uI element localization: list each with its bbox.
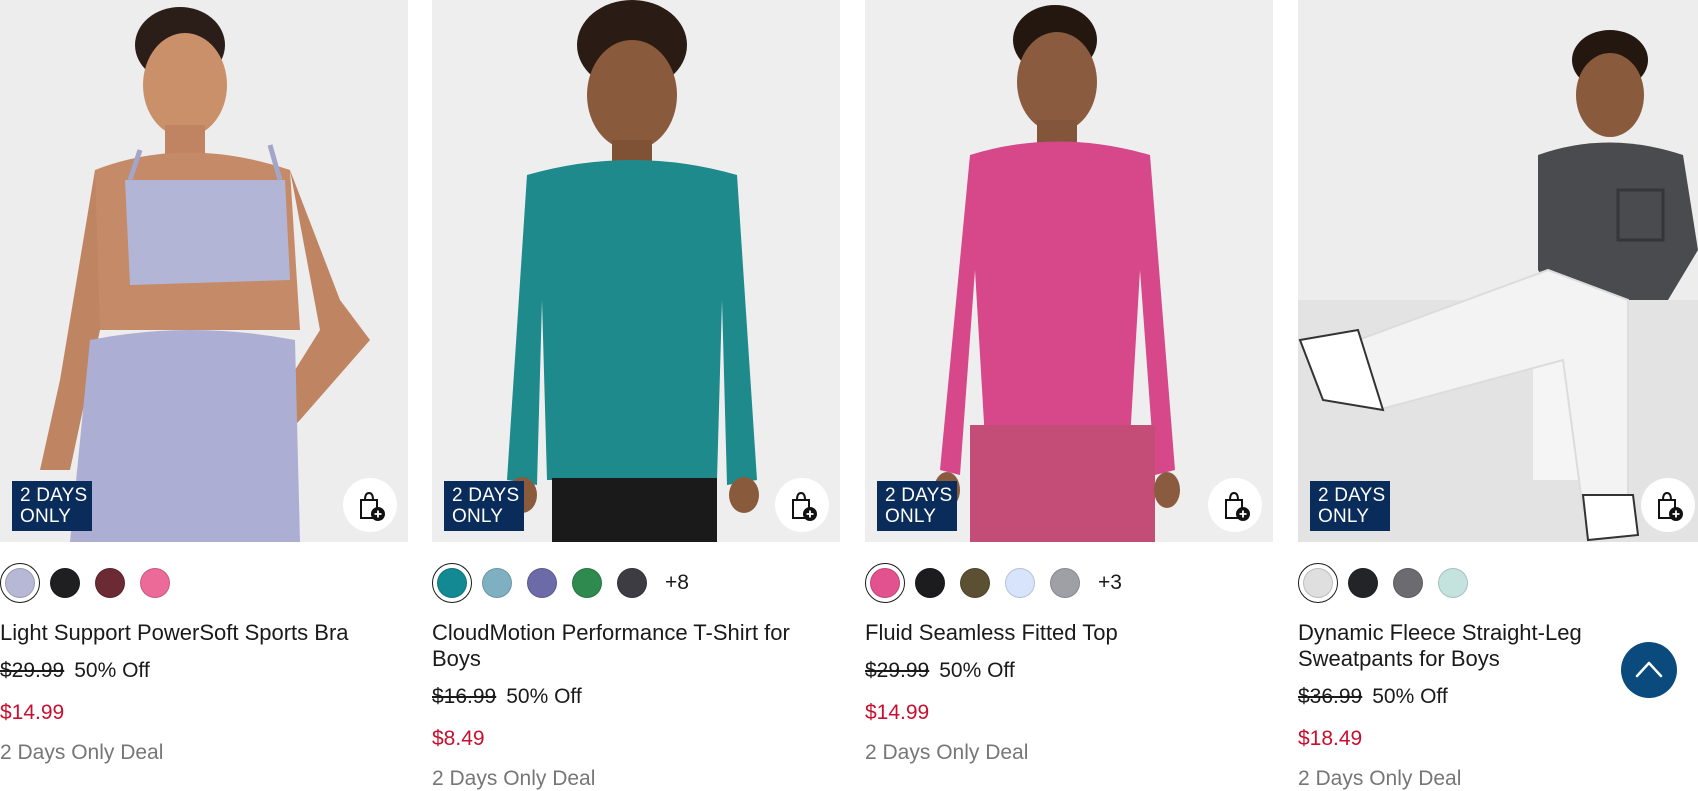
badge-line: ONLY — [20, 506, 72, 527]
sale-price: $14.99 — [865, 701, 930, 724]
swatch-color — [1393, 568, 1423, 598]
color-swatch[interactable] — [910, 563, 950, 603]
sale-price: $8.49 — [432, 727, 485, 750]
deal-text: 2 Days Only Deal — [432, 767, 596, 790]
color-swatch[interactable] — [0, 563, 40, 603]
two-days-only-badge: 2 DAYS ONLY — [877, 481, 957, 531]
two-days-only-badge: 2 DAYS ONLY — [12, 481, 92, 531]
chevron-up-icon — [1635, 661, 1663, 678]
swatch-color — [572, 568, 602, 598]
badge-line: 2 DAYS — [20, 485, 88, 506]
two-days-only-badge: 2 DAYS ONLY — [444, 481, 524, 531]
discount-label: 50% Off — [74, 659, 150, 682]
swatch-color — [1050, 568, 1080, 598]
color-swatch[interactable] — [865, 563, 905, 603]
swatch-color — [437, 568, 467, 598]
swatch-color — [140, 568, 170, 598]
discount-label: 50% Off — [939, 659, 1015, 682]
color-swatch[interactable] — [1388, 563, 1428, 603]
color-swatch[interactable] — [567, 563, 607, 603]
swatch-color — [527, 568, 557, 598]
badge-line: 2 DAYS — [1318, 485, 1386, 506]
two-days-only-badge: 2 DAYS ONLY — [1310, 481, 1390, 531]
swatch-color — [960, 568, 990, 598]
badge-line: ONLY — [885, 506, 937, 527]
swatch-color — [95, 568, 125, 598]
product-grid: 2 DAYS ONLY Light Support PowerSoft Spor… — [0, 0, 1698, 790]
product-image[interactable] — [865, 0, 1273, 542]
swatch-color — [1005, 568, 1035, 598]
color-swatch[interactable] — [135, 563, 175, 603]
color-swatch[interactable] — [45, 563, 85, 603]
color-swatch[interactable] — [1000, 563, 1040, 603]
add-to-bag-button[interactable] — [1641, 478, 1695, 532]
swatch-color — [1348, 568, 1378, 598]
product-title[interactable]: Light Support PowerSoft Sports Bra — [0, 620, 400, 646]
color-swatch[interactable] — [1298, 563, 1338, 603]
original-price: $29.99 — [865, 659, 930, 682]
color-swatches — [1298, 563, 1478, 603]
color-swatch[interactable] — [432, 563, 472, 603]
swatch-color — [482, 568, 512, 598]
color-swatches: +8 — [432, 563, 689, 603]
color-swatches: +3 — [865, 563, 1122, 603]
price-row: $16.99 50% Off — [432, 685, 832, 709]
badge-line: 2 DAYS — [452, 485, 520, 506]
original-price: $29.99 — [0, 659, 65, 682]
color-swatch[interactable] — [522, 563, 562, 603]
swatch-color — [5, 568, 35, 598]
badge-line: 2 DAYS — [885, 485, 953, 506]
sale-price: $18.49 — [1298, 727, 1363, 750]
product-title[interactable]: Fluid Seamless Fitted Top — [865, 620, 1265, 646]
back-to-top-button[interactable] — [1621, 642, 1677, 698]
deal-text: 2 Days Only Deal — [865, 741, 1029, 764]
color-swatch[interactable] — [1045, 563, 1085, 603]
original-price: $36.99 — [1298, 685, 1363, 708]
add-to-bag-button[interactable] — [1208, 478, 1262, 532]
discount-label: 50% Off — [1372, 685, 1448, 708]
deal-text: 2 Days Only Deal — [0, 741, 164, 764]
swatch-color — [617, 568, 647, 598]
color-swatch[interactable] — [477, 563, 517, 603]
color-swatch[interactable] — [1433, 563, 1473, 603]
deal-text: 2 Days Only Deal — [1298, 767, 1462, 790]
bag-plus-icon — [1225, 491, 1250, 521]
swatch-color — [50, 568, 80, 598]
more-colors-count[interactable]: +8 — [665, 571, 689, 595]
original-price: $16.99 — [432, 685, 497, 708]
add-to-bag-button[interactable] — [343, 478, 397, 532]
product-image[interactable] — [432, 0, 840, 542]
product-card: 2 DAYS ONLY Light Support PowerSoft Spor… — [0, 0, 408, 784]
color-swatch[interactable] — [612, 563, 652, 603]
product-card: 2 DAYS ONLY +3 Fluid Seamless Fitted Top… — [865, 0, 1273, 784]
price-row: $29.99 50% Off — [865, 659, 1265, 683]
swatch-color — [1303, 568, 1333, 598]
badge-line: ONLY — [452, 506, 504, 527]
color-swatch[interactable] — [955, 563, 995, 603]
swatch-color — [1438, 568, 1468, 598]
swatch-color — [915, 568, 945, 598]
swatch-color — [870, 568, 900, 598]
product-image[interactable] — [0, 0, 408, 542]
color-swatch[interactable] — [90, 563, 130, 603]
sale-price: $14.99 — [0, 701, 65, 724]
product-card: 2 DAYS ONLY +8 CloudMotion Performance T… — [432, 0, 840, 790]
price-row: $29.99 50% Off — [0, 659, 400, 683]
add-to-bag-button[interactable] — [775, 478, 829, 532]
bag-plus-icon — [792, 491, 817, 521]
discount-label: 50% Off — [506, 685, 582, 708]
product-title[interactable]: CloudMotion Performance T-Shirt for Boys — [432, 620, 832, 672]
product-image[interactable] — [1298, 0, 1698, 542]
bag-plus-icon — [360, 491, 385, 521]
more-colors-count[interactable]: +3 — [1098, 571, 1122, 595]
color-swatches — [0, 563, 180, 603]
bag-plus-icon — [1658, 491, 1683, 521]
color-swatch[interactable] — [1343, 563, 1383, 603]
badge-line: ONLY — [1318, 506, 1370, 527]
